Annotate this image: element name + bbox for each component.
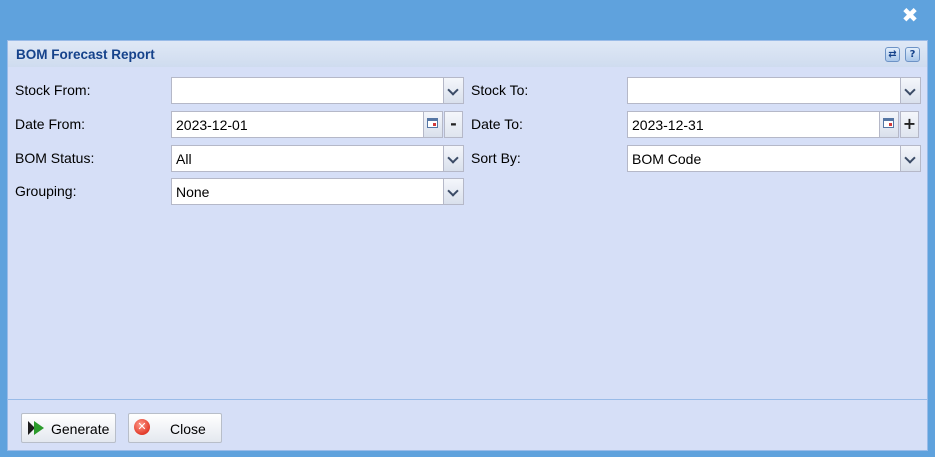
panel-title: BOM Forecast Report	[16, 47, 155, 62]
sort-by-value: BOM Code	[632, 151, 702, 167]
bom-forecast-panel: BOM Forecast Report ⇄ ? Stock From: Stoc…	[7, 40, 928, 451]
calendar-icon[interactable]	[879, 112, 898, 137]
chevron-down-icon[interactable]	[443, 78, 463, 103]
date-from-label: Date From:	[15, 116, 86, 132]
help-icon[interactable]: ?	[905, 47, 920, 62]
panel-footer: Generate ✕ Close	[8, 399, 927, 450]
bom-status-value: All	[176, 151, 192, 167]
close-button[interactable]: ✕ Close	[128, 413, 222, 443]
window-close-icon[interactable]: ✖	[901, 5, 919, 25]
date-to-field[interactable]: 2023-12-31	[627, 111, 899, 138]
grouping-value: None	[176, 184, 210, 200]
stock-to-label: Stock To:	[471, 82, 529, 98]
close-label: Close	[170, 421, 206, 437]
date-to-value: 2023-12-31	[632, 117, 704, 133]
date-from-value: 2023-12-01	[176, 117, 248, 133]
date-from-field[interactable]: 2023-12-01	[171, 111, 443, 138]
close-icon: ✕	[134, 419, 150, 435]
chevron-down-icon[interactable]	[900, 146, 920, 171]
refresh-icon[interactable]: ⇄	[885, 47, 900, 62]
stock-to-combo[interactable]	[627, 77, 921, 104]
chevron-down-icon[interactable]	[443, 179, 463, 204]
grouping-combo[interactable]: None	[171, 178, 464, 205]
date-from-decrement-button[interactable]: -	[444, 111, 463, 138]
bom-status-label: BOM Status:	[15, 150, 95, 166]
stock-from-label: Stock From:	[15, 82, 91, 98]
date-to-label: Date To:	[471, 116, 523, 132]
chevron-down-icon[interactable]	[443, 146, 463, 171]
sort-by-combo[interactable]: BOM Code	[627, 145, 921, 172]
sort-by-label: Sort By:	[471, 150, 521, 166]
calendar-icon[interactable]	[423, 112, 442, 137]
grouping-label: Grouping:	[15, 183, 77, 199]
panel-header: BOM Forecast Report ⇄ ?	[8, 41, 927, 67]
chevron-down-icon[interactable]	[900, 78, 920, 103]
stock-from-combo[interactable]	[171, 77, 464, 104]
generate-button[interactable]: Generate	[21, 413, 116, 443]
play-icon	[28, 421, 44, 435]
bom-status-combo[interactable]: All	[171, 145, 464, 172]
date-to-increment-button[interactable]: +	[900, 111, 919, 138]
generate-label: Generate	[51, 421, 110, 437]
